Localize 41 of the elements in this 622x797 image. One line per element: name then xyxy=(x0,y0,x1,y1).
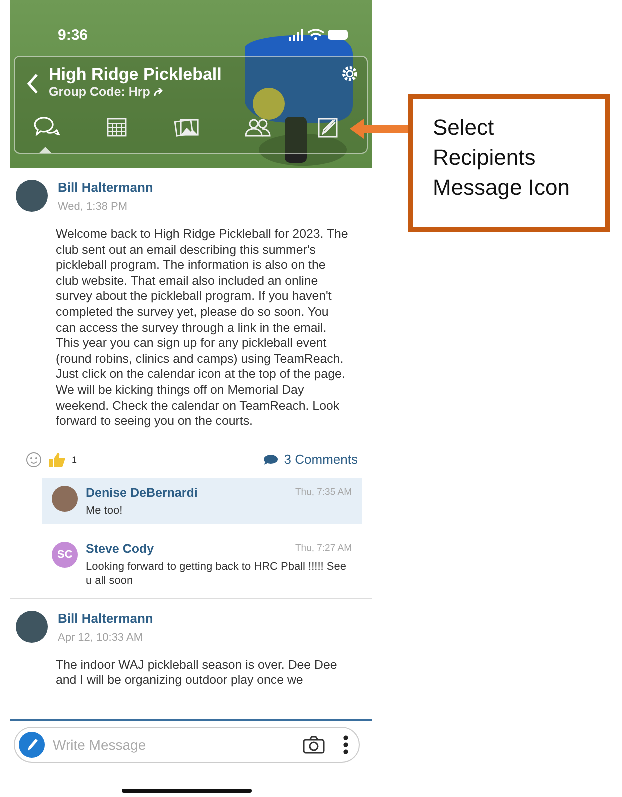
avatar-photo xyxy=(52,486,78,512)
comment[interactable]: SC Steve Cody Thu, 7:27 AM Looking forward to getting back to HRC Pball !!!!! See u all soon xyxy=(42,534,362,594)
message-field[interactable]: Write Message xyxy=(14,727,360,763)
post-author: Bill Haltermann xyxy=(58,610,154,626)
callout-text: Recipients xyxy=(433,144,537,172)
comments-link[interactable]: 3 Comments xyxy=(284,452,358,468)
post-time: Wed, 1:38 PM xyxy=(58,201,128,213)
comment-author: Steve Cody xyxy=(86,542,154,556)
signal-icon xyxy=(289,29,304,41)
callout-text: Select xyxy=(433,114,496,142)
like-count: 1 xyxy=(72,454,78,465)
settings-icon[interactable] xyxy=(341,65,359,83)
avatar-initials: SC xyxy=(52,542,78,568)
comment-text: Me too! xyxy=(86,504,124,518)
comment-bubble-icon xyxy=(264,454,278,465)
post-text: Welcome back to High Ridge Pickleball for 2023. The club sent out an email describing this summer's pickleball program. The information is also on the club website. That email also included an online survey about the pickleball program. If you haven't completed the survey yet, please do so soon. You can access the survey through a link in the email. This year you can sign up for any pickleball event (round robins, clinics and camps) using TeamReach. Just click on the calendar icon at the top of the page. We will be kicking things off on Memorial Day weekend. Check the calendar on TeamReach. Look forward to seeing you on the courts. xyxy=(56,227,350,430)
post-time: Apr 12, 10:33 AM xyxy=(58,632,144,644)
smiley-icon[interactable] xyxy=(26,452,42,468)
comment-time: Thu, 7:27 AM xyxy=(295,543,352,554)
group-code: Group Code: Hrp xyxy=(49,85,150,99)
callout-text: Message Icon xyxy=(433,174,571,202)
callout-arrow xyxy=(350,118,410,140)
thumbs-up-icon[interactable] xyxy=(48,452,66,468)
pen-icon[interactable] xyxy=(19,732,45,758)
battery-icon xyxy=(328,30,348,40)
avatar-photo xyxy=(16,180,48,212)
status-time: 9:36 xyxy=(58,26,88,44)
camera-icon[interactable] xyxy=(303,736,325,754)
post-text: The indoor WAJ pickleball season is over. Dee Dee and I will be organizing outdoor play once we xyxy=(56,658,338,689)
wifi-icon xyxy=(308,29,324,41)
group-title: High Ridge Pickleball xyxy=(49,65,223,85)
comment-time: Thu, 7:35 AM xyxy=(295,487,352,498)
post-author: Bill Haltermann xyxy=(58,180,154,195)
more-icon[interactable] xyxy=(343,735,349,755)
share-icon[interactable] xyxy=(154,88,164,96)
comment-author: Denise DeBernardi xyxy=(86,486,198,500)
comment[interactable]: Denise DeBernardi Thu, 7:35 AM Me too! xyxy=(42,478,362,524)
avatar-photo xyxy=(16,610,48,643)
back-icon[interactable] xyxy=(27,73,39,95)
message-input[interactable]: Write Message xyxy=(51,736,297,754)
comment-text: Looking forward to getting back to HRC Pball !!!!! See u all soon xyxy=(86,560,348,588)
